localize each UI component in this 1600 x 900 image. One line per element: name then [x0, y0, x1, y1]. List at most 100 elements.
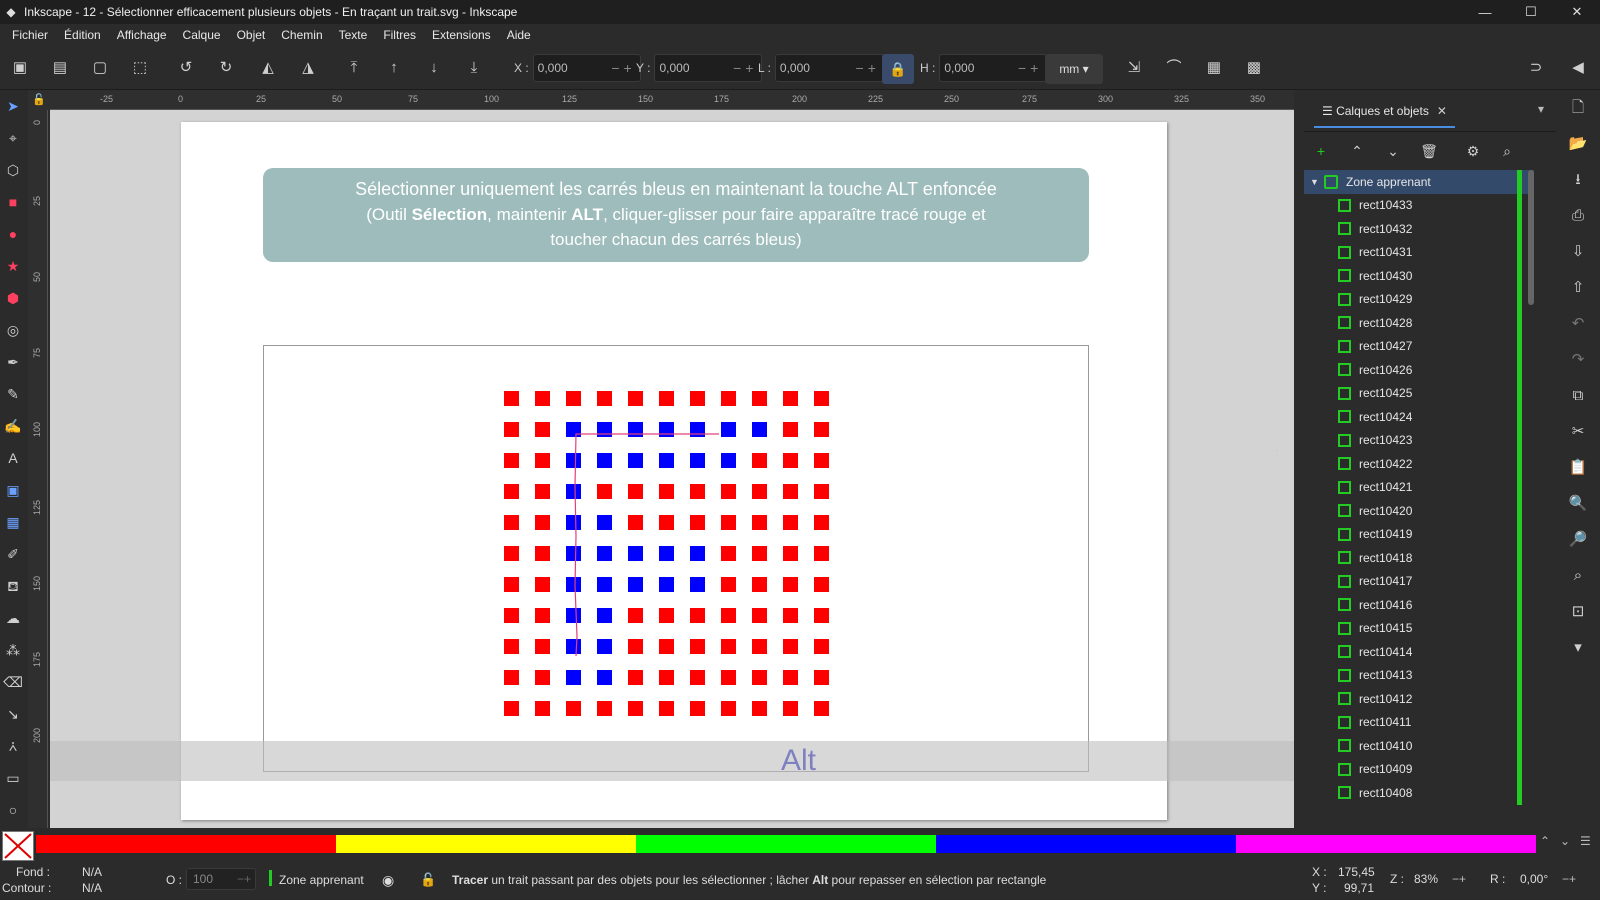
- object-row[interactable]: rect10421: [1304, 475, 1534, 499]
- object-row[interactable]: rect10426: [1304, 358, 1534, 382]
- learner-zone-frame[interactable]: [263, 345, 1089, 772]
- guide-lock-icon[interactable]: 🔓: [28, 90, 50, 110]
- object-row[interactable]: rect10416: [1304, 593, 1534, 617]
- flip-vertical-icon[interactable]: ◮: [298, 58, 318, 78]
- object-row[interactable]: rect10413: [1304, 663, 1534, 687]
- color-swatch[interactable]: [636, 835, 936, 853]
- drawing-canvas[interactable]: Sélectionner uniquement les carrés bleus…: [50, 110, 1294, 828]
- menu-objet[interactable]: Objet: [229, 28, 274, 42]
- object-row[interactable]: rect10411: [1304, 710, 1534, 734]
- menu-calque[interactable]: Calque: [175, 28, 229, 42]
- menu-aide[interactable]: Aide: [499, 28, 539, 42]
- object-row[interactable]: rect10415: [1304, 616, 1534, 640]
- chevron-down-icon[interactable]: ▾: [1538, 102, 1544, 116]
- fill-value[interactable]: N/A: [82, 865, 102, 879]
- gradient-tool-icon[interactable]: ▣: [0, 474, 26, 506]
- zoom-stepper-icon[interactable]: −+: [1452, 868, 1466, 890]
- move-up-icon[interactable]: ⌃: [1346, 140, 1368, 162]
- object-row[interactable]: rect10424: [1304, 405, 1534, 429]
- object-row[interactable]: rect10427: [1304, 334, 1534, 358]
- panel-scrollbar[interactable]: [1528, 170, 1534, 305]
- delete-icon[interactable]: 🗑: [1418, 140, 1440, 162]
- scale-stroke-icon[interactable]: ⇲: [1124, 58, 1144, 78]
- zoom-selection-icon[interactable]: 🔍: [1556, 486, 1600, 522]
- menu-fichier[interactable]: Fichier: [4, 28, 56, 42]
- expand-triangle-icon[interactable]: ▼: [1310, 177, 1324, 187]
- zoom-value[interactable]: 83%: [1414, 868, 1438, 890]
- object-row[interactable]: rect10418: [1304, 546, 1534, 570]
- document-page[interactable]: Sélectionner uniquement les carrés bleus…: [181, 122, 1167, 820]
- color-swatch[interactable]: [936, 835, 1236, 853]
- dropper-tool-icon[interactable]: ✐: [0, 538, 26, 570]
- zoom-page-icon[interactable]: ⌕: [1556, 558, 1600, 594]
- select-all-layers-icon[interactable]: ▤: [50, 58, 70, 78]
- maximize-button[interactable]: ☐: [1508, 0, 1554, 24]
- node-tool-icon[interactable]: ⌖: [0, 122, 26, 154]
- lock-ratio-icon[interactable]: 🔒: [882, 54, 914, 84]
- snap-toggle-icon[interactable]: ⊃: [1526, 58, 1546, 78]
- export-icon[interactable]: ⇧: [1556, 270, 1600, 306]
- zoom-drawing-icon[interactable]: 🔎: [1556, 522, 1600, 558]
- pages-tool-icon[interactable]: ▭: [0, 762, 26, 794]
- eraser-tool-icon[interactable]: ⌫: [0, 666, 26, 698]
- object-row[interactable]: rect10430: [1304, 264, 1534, 288]
- height-stepper-icon[interactable]: −+: [1018, 60, 1046, 76]
- cut-icon[interactable]: ✂: [1556, 414, 1600, 450]
- star-tool-icon[interactable]: ★: [0, 250, 26, 282]
- object-row[interactable]: rect10425: [1304, 381, 1534, 405]
- no-paint-swatch[interactable]: [2, 831, 34, 861]
- palette-scroll-up-icon[interactable]: ⌃: [1540, 834, 1550, 848]
- raise-to-top-icon[interactable]: ⤒: [344, 58, 364, 78]
- object-row[interactable]: rect10409: [1304, 757, 1534, 781]
- object-row[interactable]: rect10412: [1304, 687, 1534, 711]
- menu-extensions[interactable]: Extensions: [424, 28, 499, 42]
- spiral-tool-icon[interactable]: ◎: [0, 314, 26, 346]
- save-icon[interactable]: ⭳: [1556, 162, 1600, 198]
- paint-bucket-icon[interactable]: ⛾: [0, 570, 26, 602]
- menu-texte[interactable]: Texte: [331, 28, 376, 42]
- ellipse-tool-icon[interactable]: ●: [0, 218, 26, 250]
- move-down-icon[interactable]: ⌄: [1382, 140, 1404, 162]
- raise-icon[interactable]: ↑: [384, 58, 404, 78]
- transform-gradients-icon[interactable]: ▦: [1204, 58, 1224, 78]
- object-row[interactable]: rect10433: [1304, 193, 1534, 217]
- object-row[interactable]: rect10417: [1304, 569, 1534, 593]
- width-stepper-icon[interactable]: −+: [856, 60, 884, 76]
- panel-resize-handle-icon[interactable]: ⋮: [1270, 442, 1284, 459]
- current-layer[interactable]: Zone apprenant: [279, 873, 364, 887]
- stroke-value[interactable]: N/A: [82, 881, 102, 895]
- undo-icon[interactable]: ↶: [1556, 306, 1600, 342]
- object-row[interactable]: rect10410: [1304, 734, 1534, 758]
- visibility-eye-icon[interactable]: ◉: [382, 872, 394, 889]
- x-input[interactable]: 0,000 −+: [532, 54, 641, 82]
- object-row[interactable]: rect10432: [1304, 217, 1534, 241]
- rectangle-tool-icon[interactable]: ■: [0, 186, 26, 218]
- rotate-cw-icon[interactable]: ↻: [216, 58, 236, 78]
- collapse-toolbar-icon[interactable]: ◀: [1568, 58, 1588, 78]
- new-document-icon[interactable]: 🗋: [1556, 90, 1600, 126]
- tab-calques-objets[interactable]: ☰ Calques et objets ✕: [1314, 100, 1455, 128]
- pencil-tool-icon[interactable]: ✎: [0, 378, 26, 410]
- object-row[interactable]: rect10429: [1304, 287, 1534, 311]
- spray-tool-icon[interactable]: ⁂: [0, 634, 26, 666]
- flip-horizontal-icon[interactable]: ◭: [258, 58, 278, 78]
- more-commands-icon[interactable]: ▾: [1556, 630, 1600, 666]
- object-row[interactable]: rect10408: [1304, 781, 1534, 805]
- lpe-tool-icon[interactable]: ⩑: [0, 730, 26, 762]
- menu-edition[interactable]: Édition: [56, 28, 109, 42]
- print-icon[interactable]: ⎙: [1556, 198, 1600, 234]
- opacity-stepper-icon[interactable]: −+: [237, 869, 251, 889]
- zoom-fit-icon[interactable]: ⊡: [1556, 594, 1600, 630]
- add-layer-icon[interactable]: +: [1310, 140, 1332, 162]
- color-swatch[interactable]: [1236, 835, 1536, 853]
- y-input[interactable]: 0,000 −+: [654, 54, 763, 82]
- minimize-button[interactable]: —: [1462, 0, 1508, 24]
- object-row[interactable]: rect10431: [1304, 240, 1534, 264]
- layer-lock-icon[interactable]: 🔓: [420, 872, 436, 888]
- open-icon[interactable]: 📂: [1556, 126, 1600, 162]
- color-swatch[interactable]: [36, 835, 336, 853]
- menu-chemin[interactable]: Chemin: [273, 28, 330, 42]
- layer-row[interactable]: ▼ Zone apprenant: [1304, 170, 1534, 194]
- menu-filtres[interactable]: Filtres: [375, 28, 424, 42]
- transform-patterns-icon[interactable]: ▩: [1244, 58, 1264, 78]
